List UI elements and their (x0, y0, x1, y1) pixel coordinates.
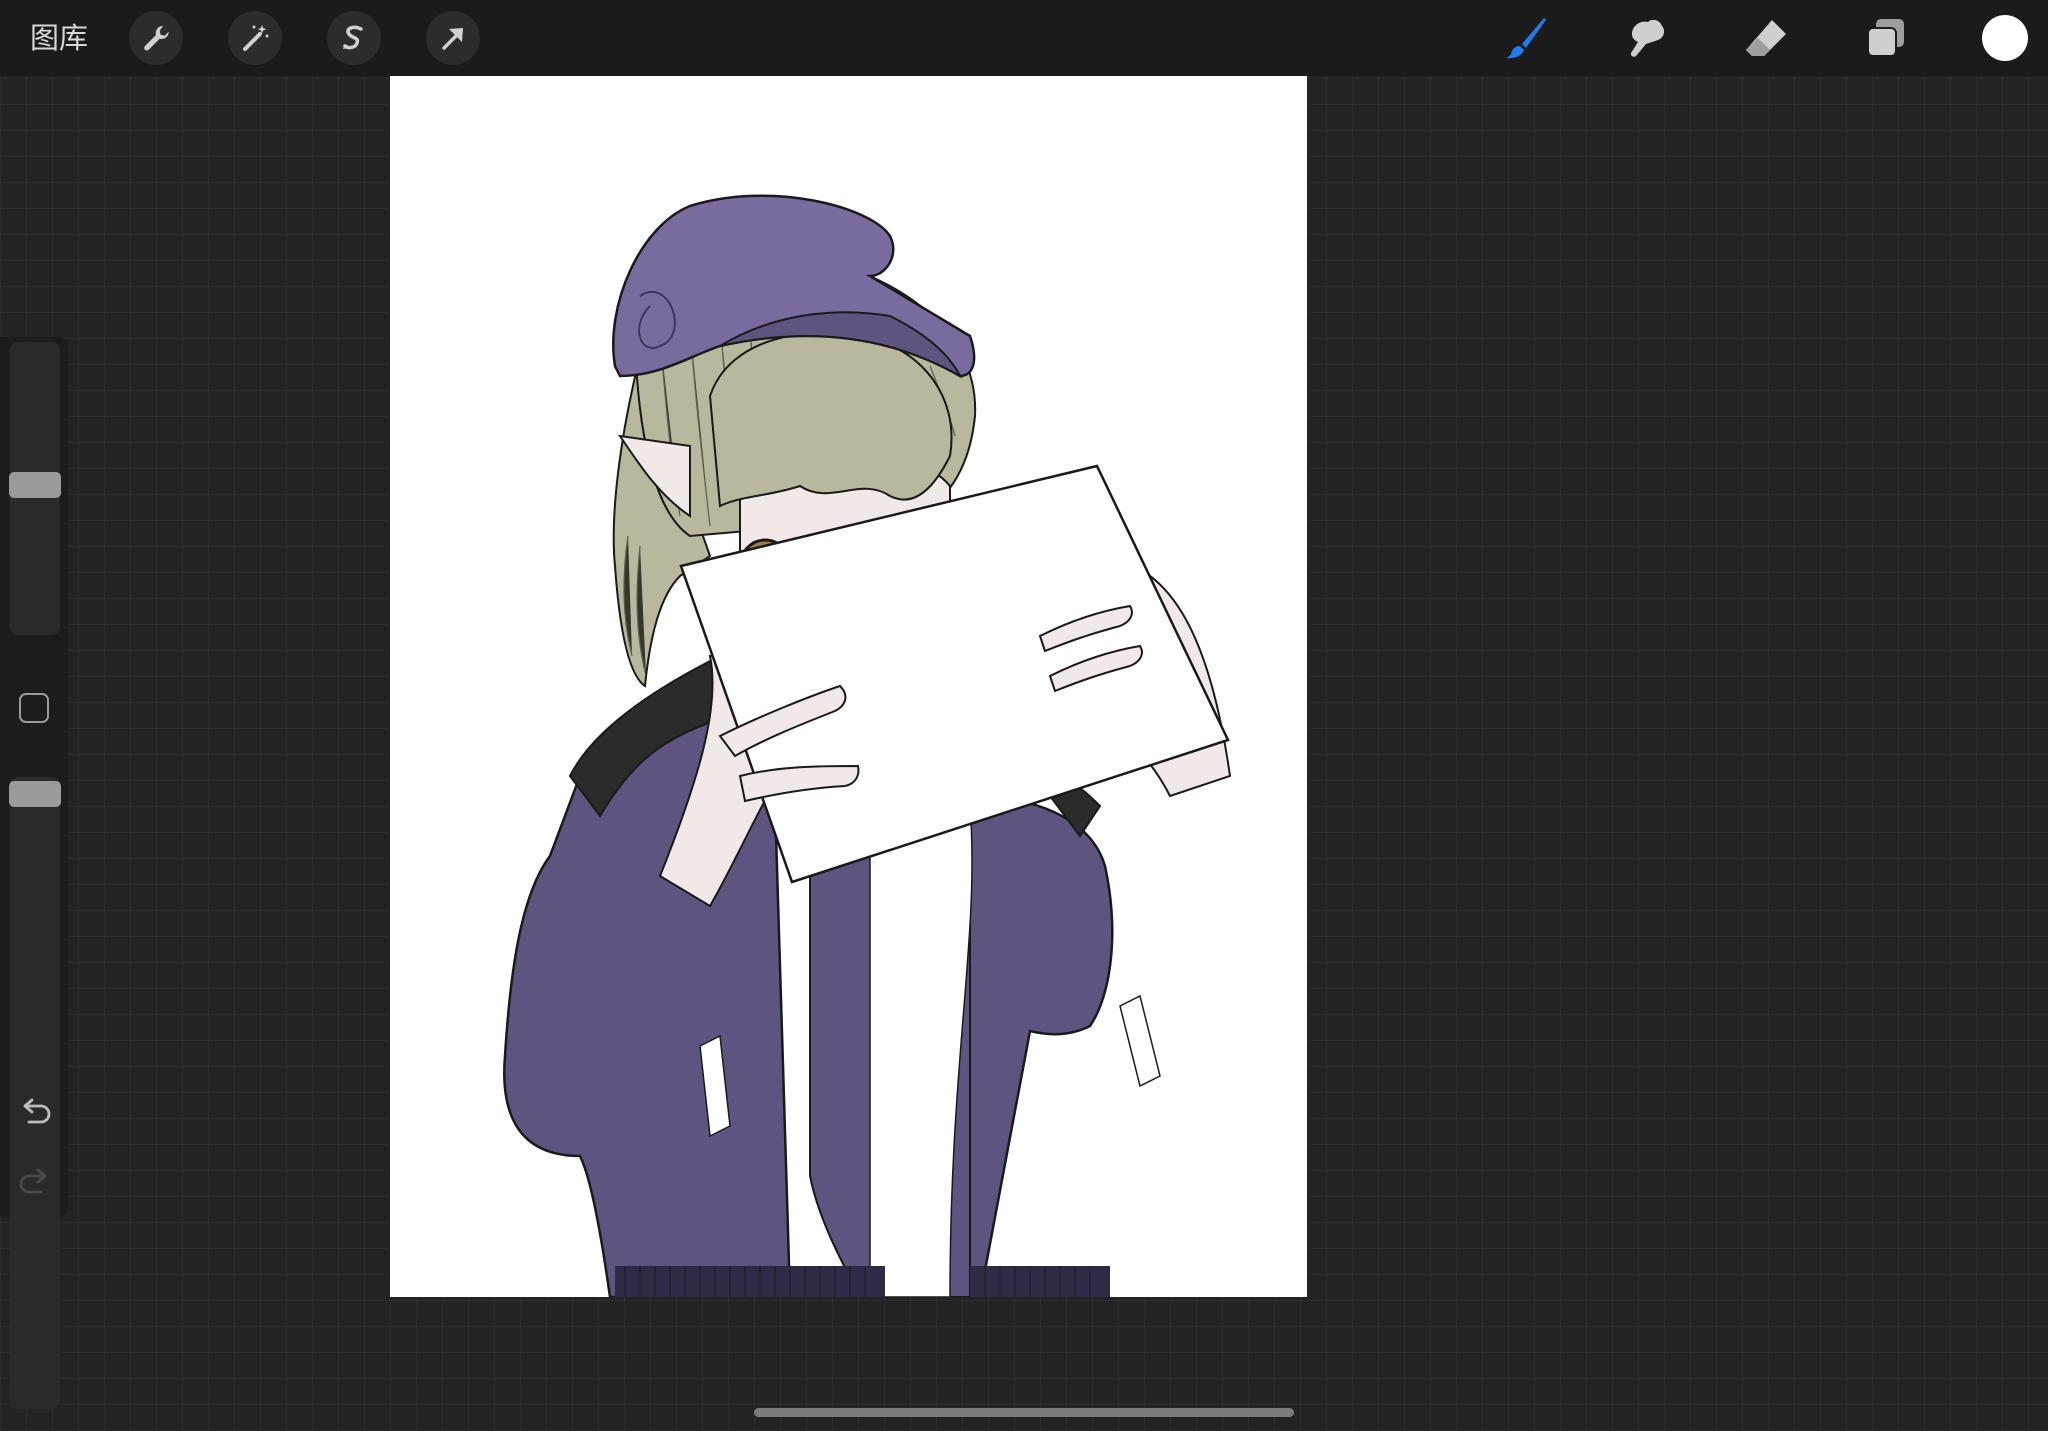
smudge-tool-button[interactable] (1620, 12, 1672, 64)
opacity-thumb[interactable] (9, 781, 61, 807)
wrench-icon (144, 25, 169, 51)
modify-button[interactable] (19, 693, 49, 723)
layers-icon (1867, 19, 1904, 57)
gallery-button[interactable]: 图库 (30, 18, 88, 58)
brush-size-thumb[interactable] (9, 472, 61, 498)
transform-arrow-icon (442, 28, 463, 50)
redo-arrow-icon (19, 1168, 47, 1194)
transform-button[interactable] (426, 11, 480, 65)
top-toolbar: 图库 (0, 0, 2048, 76)
smudge-icon (1630, 19, 1665, 57)
undo-arrow-icon (23, 1098, 51, 1124)
drawing-canvas[interactable] (390, 76, 1307, 1297)
eraser-tool-button[interactable] (1740, 12, 1792, 64)
eraser-icon (1746, 20, 1786, 56)
brush-tool-button[interactable] (1500, 12, 1552, 64)
character-illustration (503, 194, 1232, 1297)
undo-button[interactable] (17, 1097, 53, 1127)
brush-icon (1506, 18, 1546, 59)
adjustments-button[interactable] (228, 11, 282, 65)
redo-button[interactable] (17, 1167, 53, 1197)
layers-button[interactable] (1860, 12, 1912, 64)
selection-button[interactable] (327, 11, 381, 65)
home-indicator (754, 1408, 1294, 1417)
opacity-slider[interactable] (9, 777, 61, 1409)
color-picker-button[interactable] (1982, 15, 2028, 61)
actions-button[interactable] (129, 11, 183, 65)
selection-icon (343, 25, 363, 50)
magic-wand-icon (243, 25, 269, 51)
brush-size-slider[interactable] (9, 342, 61, 635)
left-sidebar (0, 337, 68, 1409)
